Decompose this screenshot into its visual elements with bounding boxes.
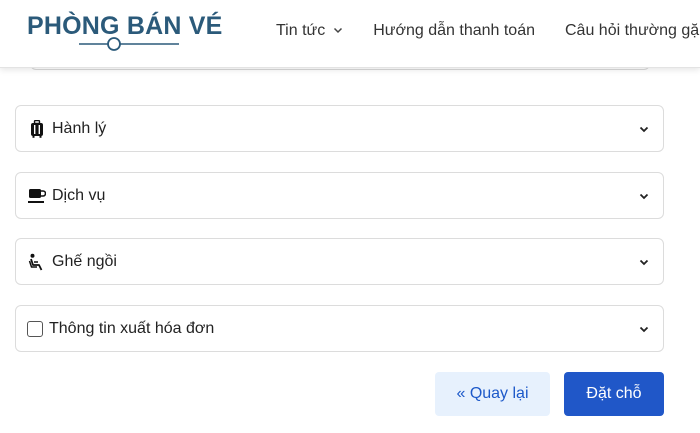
- seat-icon: [26, 251, 48, 273]
- section-label: Hành lý: [52, 119, 107, 137]
- nav-item-label: Câu hỏi thường gặp: [565, 22, 700, 39]
- section-label: Dịch vụ: [52, 186, 106, 204]
- chevron-down-icon: [333, 22, 343, 40]
- luggage-icon: [26, 118, 48, 140]
- nav-item-news[interactable]: Tin tức: [276, 22, 343, 40]
- book-button[interactable]: Đặt chỗ: [564, 372, 664, 416]
- section-services[interactable]: Dịch vụ: [15, 172, 664, 219]
- chevron-down-icon: [637, 122, 651, 136]
- section-luggage[interactable]: Hành lý: [15, 105, 664, 152]
- main-nav: Tin tức Hướng dẫn thanh toán Câu hỏi thư…: [276, 22, 700, 40]
- nav-item-label: Hướng dẫn thanh toán: [373, 22, 535, 39]
- chevron-down-icon: [637, 189, 651, 203]
- section-invoice-info[interactable]: Thông tin xuất hóa đơn: [15, 305, 664, 352]
- chevron-down-icon: [637, 255, 651, 269]
- section-label: Ghế ngồi: [52, 252, 117, 270]
- chevron-down-icon: [637, 322, 651, 336]
- nav-item-payment-guide[interactable]: Hướng dẫn thanh toán: [373, 22, 535, 40]
- invoice-checkbox[interactable]: [27, 320, 43, 337]
- section-seats[interactable]: Ghế ngồi: [15, 238, 664, 285]
- site-header: PHÒNG BÁN VÉ Tin tức Hướng dẫn thanh toá…: [0, 0, 700, 68]
- section-label: Thông tin xuất hóa đơn: [49, 319, 215, 337]
- back-button[interactable]: « Quay lại: [435, 372, 550, 416]
- site-logo[interactable]: PHÒNG BÁN VÉ: [27, 12, 222, 54]
- nav-item-faq[interactable]: Câu hỏi thường gặp: [565, 22, 700, 40]
- coffee-cup-icon: [26, 185, 48, 207]
- logo-plane-line-icon: [79, 37, 179, 51]
- nav-item-label: Tin tức: [276, 22, 326, 39]
